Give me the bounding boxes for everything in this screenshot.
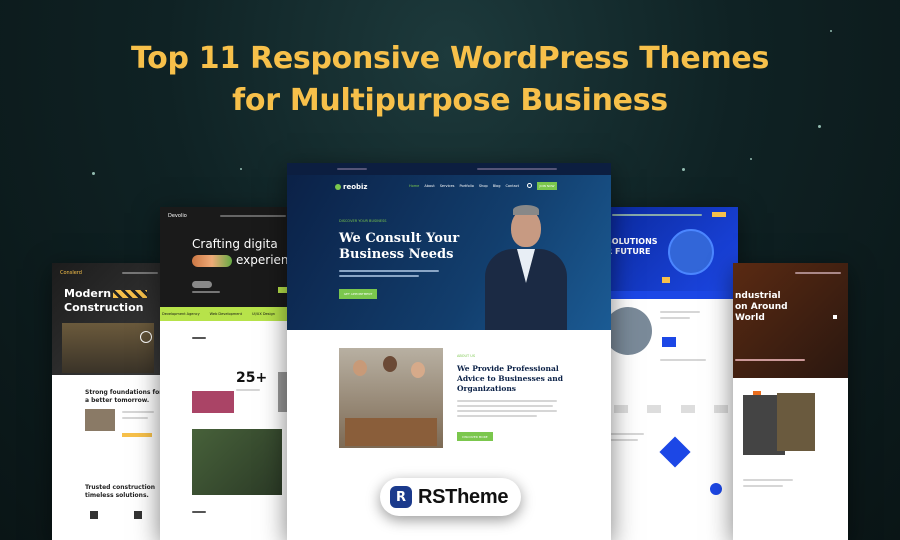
it-hero: SOLUTIONS R FUTURE [604, 207, 738, 291]
theme-card-it-solutions[interactable]: SOLUTIONS R FUTURE [604, 207, 738, 540]
construction-hero-title1: Modern [64, 287, 112, 300]
construction-heading1: Strong foundations for [85, 389, 163, 396]
about-title2: Advice to Businesses and [457, 374, 563, 383]
workers-image [62, 323, 154, 373]
reobiz-eyebrow: DISCOVER YOUR BUSINESS [339, 219, 387, 223]
star-dot [92, 172, 95, 175]
reobiz-appointment-button[interactable]: GET APPOINTMENT [339, 289, 377, 299]
reobiz-join-button[interactable]: JOIN NOW [537, 182, 557, 190]
about-discover-button[interactable]: DISCOVER MORE [457, 432, 493, 441]
construction-image [85, 409, 115, 431]
about-title3: Organizations [457, 384, 517, 393]
industrial-hero: ndustrial on Around World [733, 263, 848, 378]
star-dot [240, 168, 242, 170]
star-dot [750, 158, 752, 160]
reobiz-nav-portfolio[interactable]: Portfolio [459, 184, 473, 188]
agency-hero-title1: Crafting digita [192, 237, 278, 251]
construction-bottom2: timeless solutions. [85, 492, 149, 499]
headline-line1: Top 11 Responsive WordPress Themes [130, 41, 770, 76]
it-hero-image [668, 229, 714, 275]
reobiz-nav-about[interactable]: About [424, 184, 434, 188]
construction-yellow-bar [122, 433, 152, 437]
agency-hero-image [192, 255, 232, 267]
reobiz-logo-text: reobiz [343, 183, 368, 191]
theme-card-industrial[interactable]: ndustrial on Around World [733, 263, 848, 540]
reobiz-hero-title1: We Consult Your [339, 231, 460, 246]
reobiz-nav: Home About Services Portfolio Shop Blog … [409, 184, 519, 188]
theme-card-digital-agency[interactable]: Devolio Crafting digita experien Develop… [160, 207, 292, 540]
industrial-hero-title2: on Around [735, 302, 788, 312]
reobiz-logo: reobiz [335, 183, 368, 191]
industrial-hero-title3: World [735, 313, 765, 323]
rstheme-badge: R RSTheme [380, 478, 521, 516]
play-button-icon[interactable] [140, 331, 152, 343]
construction-logo: Conslerd [60, 270, 82, 276]
reobiz-nav-services[interactable]: Services [440, 184, 455, 188]
agency-tab-uiux[interactable]: UI/UX Design [252, 312, 275, 316]
it-hero-title1: SOLUTIONS [606, 237, 658, 246]
agency-image-small [192, 391, 234, 413]
it-icon-cube [659, 436, 691, 468]
agency-tab-web[interactable]: Web Development [210, 312, 242, 316]
it-services-bar [604, 291, 738, 299]
star-dot [682, 168, 685, 171]
reobiz-nav-shop[interactable]: Shop [479, 184, 488, 188]
about-eyebrow: ABOUT US [457, 354, 476, 358]
agency-tab-development[interactable]: Development Agency [162, 312, 200, 316]
construction-hero: Conslerd Modern Construction [52, 263, 164, 375]
reobiz-logo-icon [335, 184, 341, 190]
industrial-hero-title1: ndustrial [735, 291, 781, 301]
agency-logo: Devolio [168, 213, 187, 219]
it-chat-icon[interactable] [710, 483, 722, 495]
agency-stat: 25+ [236, 370, 268, 386]
it-hero-title2: R FUTURE [606, 247, 651, 256]
star-dot [830, 30, 832, 32]
reobiz-topbar [287, 163, 611, 175]
rstheme-logo-icon: R [390, 486, 412, 508]
rstheme-logo-text: RSTheme [418, 485, 509, 508]
page-headline: Top 11 Responsive WordPress Themes for M… [0, 38, 900, 122]
reobiz-nav-home[interactable]: Home [409, 184, 419, 188]
agency-tabs: Development Agency Web Development UI/UX… [160, 307, 292, 321]
consultant-portrait [477, 193, 573, 330]
agency-hero: Devolio Crafting digita experien [160, 207, 292, 307]
it-image-left [604, 307, 652, 355]
agency-office-image [192, 429, 282, 495]
construction-heading2: a better tomorrow. [85, 397, 150, 404]
construction-hero-title2: Construction [64, 301, 144, 314]
construction-bottom1: Trusted construction [85, 484, 156, 491]
theme-card-construction[interactable]: Conslerd Modern Construction Strong foun… [52, 263, 164, 540]
reobiz-nav-blog[interactable]: Blog [493, 184, 501, 188]
reobiz-hero: reobiz Home About Services Portfolio Sho… [287, 175, 611, 330]
agency-hero-title2: experien [236, 253, 289, 267]
team-photo [339, 348, 443, 448]
reobiz-hero-title2: Business Needs [339, 247, 454, 262]
reobiz-nav-contact[interactable]: Contact [505, 184, 519, 188]
headline-line2: for Multipurpose Business [232, 83, 668, 118]
industrial-worker-image2 [777, 393, 815, 451]
star-dot [818, 125, 821, 128]
search-icon[interactable] [527, 183, 532, 188]
about-title1: We Provide Professional [457, 364, 559, 373]
construction-stripes [113, 290, 147, 298]
